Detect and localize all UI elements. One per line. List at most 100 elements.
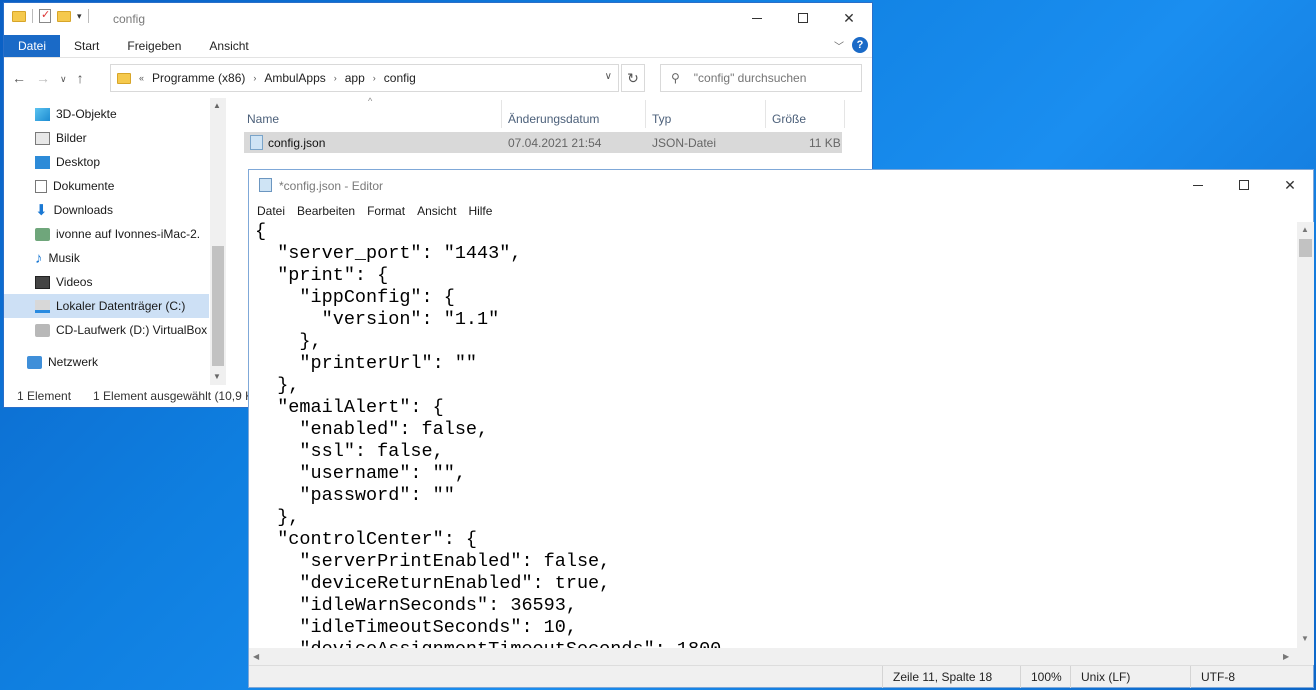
sort-ascending-icon: ^	[368, 96, 373, 106]
menu-hilfe[interactable]: Hilfe	[462, 200, 498, 222]
maximize-button[interactable]	[780, 3, 826, 33]
scrollbar-thumb[interactable]	[212, 246, 224, 366]
breadcrumb-programme[interactable]: Programme (x86)	[152, 71, 245, 85]
search-input[interactable]	[693, 71, 844, 85]
maximize-icon	[1239, 180, 1249, 190]
back-icon[interactable]: ←	[12, 70, 26, 88]
nav-item-desktop[interactable]: Desktop	[4, 150, 209, 174]
notepad-titlebar: *config.json - Editor ✕	[249, 170, 1313, 200]
nav-item-local-disk[interactable]: Lokaler Datenträger (C:)	[4, 294, 209, 318]
scroll-up-icon[interactable]: ▲	[213, 101, 221, 110]
file-name: config.json	[268, 136, 326, 150]
chevron-right-icon[interactable]: ›	[373, 73, 376, 83]
menu-bar: Datei Bearbeiten Format Ansicht Hilfe	[249, 200, 1313, 222]
tab-ansicht[interactable]: Ansicht	[195, 35, 262, 57]
address-input[interactable]: « Programme (x86) › AmbulApps › app › co…	[110, 64, 619, 92]
new-folder-icon[interactable]	[57, 10, 71, 22]
table-row[interactable]: config.json 07.04.2021 21:54 JSON-Datei …	[244, 132, 842, 153]
status-selection: 1 Element ausgewählt (10,9 KB	[93, 389, 262, 403]
status-encoding: UTF-8	[1190, 666, 1235, 688]
documents-icon	[35, 179, 47, 193]
editor-content[interactable]: { "server_port": "1443", "print": { "ipp…	[249, 222, 1297, 648]
status-line-ending: Unix (LF)	[1070, 666, 1130, 688]
minimize-button[interactable]	[734, 3, 780, 33]
chevron-right-icon[interactable]: ›	[253, 73, 256, 83]
nav-item-downloads[interactable]: ⬇ Downloads	[4, 198, 209, 222]
desktop-icon	[35, 155, 50, 169]
window-title: *config.json - Editor	[279, 179, 384, 193]
nav-item-cd-drive[interactable]: CD-Laufwerk (D:) VirtualBox	[4, 318, 209, 342]
nav-item-musik[interactable]: ♪ Musik	[4, 246, 209, 270]
nav-item-dokumente[interactable]: Dokumente	[4, 174, 209, 198]
forward-icon[interactable]: →	[36, 70, 50, 88]
json-file-icon	[250, 135, 263, 150]
minimize-button[interactable]	[1175, 170, 1221, 200]
status-item-count: 1 Element	[17, 389, 72, 403]
close-button[interactable]: ✕	[1267, 170, 1313, 200]
nav-item-bilder[interactable]: Bilder	[4, 126, 209, 150]
search-box[interactable]: ⚲	[660, 64, 862, 92]
navigation-pane: 3D-Objekte Bilder Desktop Dokumente ⬇ Dow…	[4, 98, 226, 385]
chevron-right-icon[interactable]: ›	[334, 73, 337, 83]
menu-ansicht[interactable]: Ansicht	[411, 200, 462, 222]
breadcrumb-config[interactable]: config	[384, 71, 416, 85]
cd-drive-icon	[35, 323, 50, 337]
column-name[interactable]: Name	[247, 112, 279, 126]
nav-item-netzwerk[interactable]: Netzwerk	[4, 350, 209, 374]
tab-freigeben[interactable]: Freigeben	[113, 35, 195, 57]
folder-icon	[117, 72, 131, 84]
up-icon[interactable]: ↑	[77, 70, 84, 88]
scroll-up-icon[interactable]: ▲	[1301, 225, 1309, 234]
vertical-scrollbar[interactable]: ▲ ▼	[1297, 222, 1314, 648]
notepad-icon	[259, 178, 272, 192]
customize-toolbar-icon[interactable]: ▾	[77, 11, 82, 22]
nav-item-network-drive[interactable]: ivonne auf Ivonnes-iMac-2.	[4, 222, 209, 246]
minimize-icon	[1193, 184, 1203, 186]
breadcrumb-ambulapps[interactable]: AmbulApps	[264, 71, 325, 85]
column-date[interactable]: Änderungsdatum	[508, 112, 599, 126]
column-type[interactable]: Typ	[652, 112, 671, 126]
ribbon-tabs: Datei Start Freigeben Ansicht ﹀ ?	[4, 35, 872, 58]
network-drive-icon	[35, 227, 50, 241]
explorer-titlebar: ▾ config ✕	[4, 3, 872, 35]
nav-scrollbar[interactable]: ▲ ▼	[210, 98, 226, 385]
properties-icon[interactable]	[39, 8, 51, 23]
help-icon[interactable]: ?	[852, 37, 868, 53]
status-cursor-position: Zeile 11, Spalte 18	[882, 666, 992, 688]
file-size: 11 KB	[809, 136, 841, 150]
pictures-icon	[35, 131, 50, 145]
maximize-icon	[798, 13, 808, 23]
nav-item-3d-objekte[interactable]: 3D-Objekte	[4, 102, 209, 126]
tab-start[interactable]: Start	[60, 35, 113, 57]
notepad-statusbar: Zeile 11, Spalte 18 100% Unix (LF) UTF-8	[249, 665, 1313, 688]
chevron-down-icon[interactable]: ∨	[605, 71, 612, 82]
local-disk-icon	[35, 299, 50, 313]
scrollbar-thumb[interactable]	[1299, 239, 1312, 257]
expand-ribbon-icon[interactable]: ﹀	[834, 38, 844, 53]
breadcrumb-overflow[interactable]: «	[139, 73, 144, 83]
downloads-icon: ⬇	[35, 201, 48, 219]
text-editor[interactable]: { "server_port": "1443", "print": { "ipp…	[249, 222, 1297, 648]
menu-format[interactable]: Format	[361, 200, 411, 222]
close-icon: ✕	[1284, 176, 1296, 193]
scroll-down-icon[interactable]: ▼	[1301, 634, 1309, 643]
maximize-button[interactable]	[1221, 170, 1267, 200]
minimize-icon	[752, 17, 762, 19]
music-icon: ♪	[35, 249, 43, 267]
3d-objects-icon	[35, 107, 50, 121]
horizontal-scrollbar[interactable]: ◀ ▶	[249, 648, 1297, 665]
close-button[interactable]: ✕	[826, 3, 872, 33]
breadcrumb-app[interactable]: app	[345, 71, 365, 85]
videos-icon	[35, 275, 50, 289]
scroll-left-icon[interactable]: ◀	[253, 652, 259, 661]
refresh-icon: ↻	[627, 69, 639, 86]
refresh-button[interactable]: ↻	[621, 64, 645, 92]
scroll-right-icon[interactable]: ▶	[1283, 652, 1289, 661]
nav-item-videos[interactable]: Videos	[4, 270, 209, 294]
recent-locations-icon[interactable]: ∨	[60, 70, 67, 88]
scroll-down-icon[interactable]: ▼	[213, 372, 221, 381]
tab-datei[interactable]: Datei	[4, 35, 61, 57]
column-size[interactable]: Größe	[772, 112, 806, 126]
menu-bearbeiten[interactable]: Bearbeiten	[291, 200, 361, 222]
menu-datei[interactable]: Datei	[251, 200, 291, 222]
